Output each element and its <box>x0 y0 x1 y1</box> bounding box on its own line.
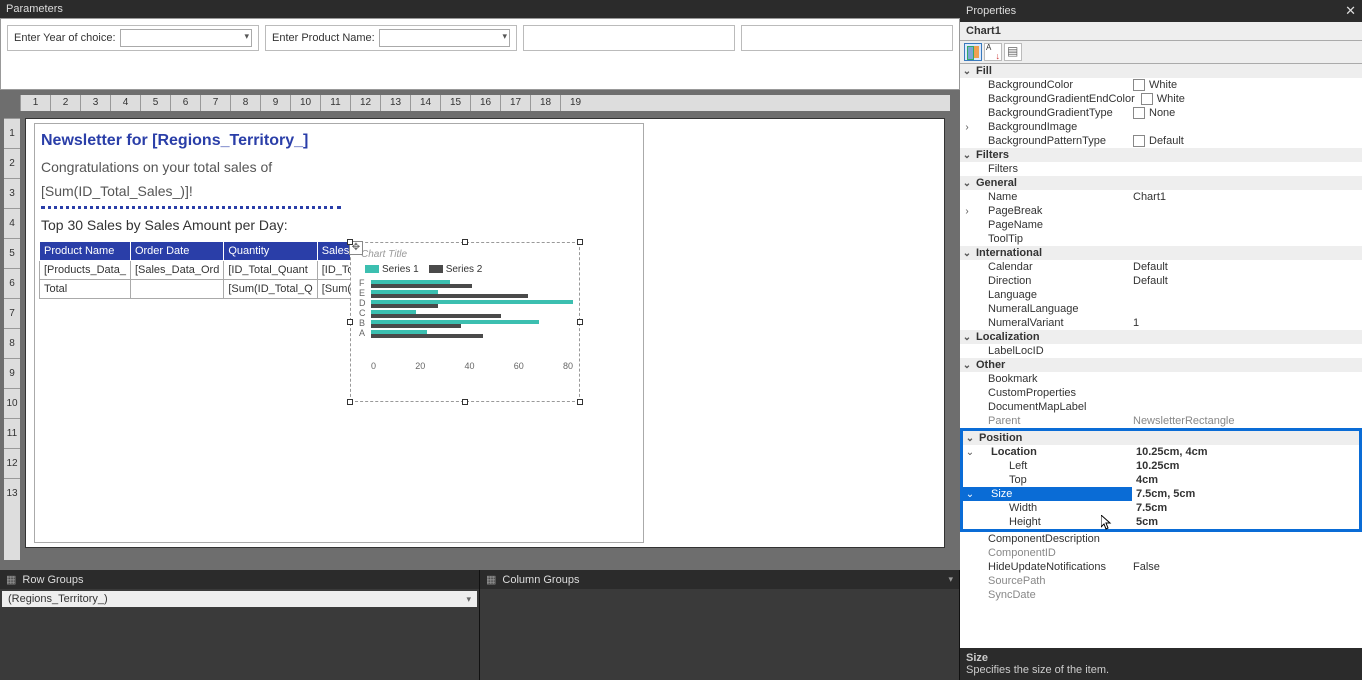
close-icon[interactable]: ✕ <box>1345 3 1356 19</box>
properties-toolbar <box>960 41 1362 64</box>
color-swatch[interactable] <box>1133 107 1145 119</box>
size-property-row[interactable]: ⌄Size7.5cm, 5cm <box>963 487 1359 501</box>
highlighted-position-section: ⌄Position ⌄Location10.25cm, 4cm Left10.2… <box>960 428 1362 532</box>
resize-handle[interactable] <box>577 399 583 405</box>
report-subtitle[interactable]: Top 30 Sales by Sales Amount per Day: <box>35 213 643 239</box>
resize-handle[interactable] <box>347 319 353 325</box>
ruler-horizontal: 12345678910111213141516171819 <box>20 95 950 111</box>
chart-x-axis: 020406080 <box>371 361 573 371</box>
color-swatch[interactable] <box>1141 93 1153 105</box>
report-congrats-line2[interactable]: [Sum(ID_Total_Sales_)]! <box>35 176 643 200</box>
resize-handle[interactable] <box>577 239 583 245</box>
expand-icon[interactable]: ⌄ <box>960 248 974 259</box>
resize-handle[interactable] <box>462 399 468 405</box>
chevron-down-icon[interactable]: ▾ <box>948 574 953 585</box>
parameters-header: Parameters <box>0 0 960 18</box>
color-swatch[interactable] <box>1133 135 1145 147</box>
param-spacer-1 <box>523 25 735 51</box>
report-congrats-line1[interactable]: Congratulations on your total sales of <box>35 152 643 176</box>
legend-swatch-1 <box>365 265 379 273</box>
report-divider <box>41 206 341 209</box>
property-description: Size Specifies the size of the item. <box>960 648 1362 680</box>
col-quantity[interactable]: Quantity <box>224 242 317 261</box>
expand-icon[interactable]: ⌄ <box>963 489 977 500</box>
col-product[interactable]: Product Name <box>40 242 131 261</box>
column-groups-header: Column Groups ▾ <box>480 570 959 589</box>
row-groups-header: Row Groups <box>0 570 479 589</box>
resize-handle[interactable] <box>577 319 583 325</box>
properties-header: Properties ✕ <box>960 0 1362 22</box>
design-surface[interactable]: 12345678910111213141516171819 1234567891… <box>0 90 960 570</box>
expand-icon[interactable]: › <box>960 206 974 217</box>
table-row: Total [Sum(ID_Total_Q [Sum(ID_Total_ <box>40 280 404 299</box>
parameters-body: Enter Year of choice: Enter Product Name… <box>0 18 960 90</box>
color-swatch[interactable] <box>1133 79 1145 91</box>
expand-icon[interactable]: ⌄ <box>963 433 977 444</box>
expand-icon[interactable]: ⌄ <box>960 360 974 371</box>
report-body[interactable]: Newsletter for [Regions_Territory_] Cong… <box>34 123 644 543</box>
resize-handle[interactable] <box>347 399 353 405</box>
alphabetical-button[interactable] <box>984 43 1002 61</box>
legend-swatch-2 <box>429 265 443 273</box>
expand-icon[interactable]: ⌄ <box>960 150 974 161</box>
table-row: [Products_Data_ [Sales_Data_Ord [ID_Tota… <box>40 261 404 280</box>
param-product-cell: Enter Product Name: <box>265 25 517 51</box>
column-groups-panel: Column Groups ▾ <box>480 570 960 680</box>
col-orderdate[interactable]: Order Date <box>130 242 223 261</box>
row-groups-panel: Row Groups (Regions_Territory_) ▾ <box>0 570 480 680</box>
expand-icon[interactable]: ⌄ <box>963 447 977 458</box>
chevron-down-icon[interactable]: ▾ <box>466 594 471 605</box>
chart-legend[interactable]: Series 1 Series 2 <box>351 262 579 279</box>
param-year-cell: Enter Year of choice: <box>7 25 259 51</box>
chart-title[interactable]: Chart Title <box>351 243 579 262</box>
property-pages-button[interactable] <box>1004 43 1022 61</box>
properties-object-selector[interactable]: Chart1 <box>960 22 1362 41</box>
categorized-button[interactable] <box>964 43 982 61</box>
expand-icon[interactable]: ⌄ <box>960 66 974 77</box>
param-year-input[interactable] <box>120 29 252 47</box>
resize-handle[interactable] <box>347 239 353 245</box>
resize-handle[interactable] <box>462 239 468 245</box>
chart-object[interactable]: ✥ Chart Title Series 1 Series 2 FEDCBA <box>350 242 580 402</box>
properties-grid[interactable]: ⌄Fill BackgroundColorWhite BackgroundGra… <box>960 64 1362 648</box>
param-year-label: Enter Year of choice: <box>14 32 116 44</box>
param-spacer-2 <box>741 25 953 51</box>
chart-plot-area[interactable]: FEDCBA <box>371 279 573 359</box>
report-canvas[interactable]: Newsletter for [Regions_Territory_] Cong… <box>25 118 945 548</box>
expand-icon[interactable]: ⌄ <box>960 332 974 343</box>
param-product-label: Enter Product Name: <box>272 32 375 44</box>
param-product-input[interactable] <box>379 29 510 47</box>
report-title[interactable]: Newsletter for [Regions_Territory_] <box>35 124 643 152</box>
expand-icon[interactable]: ⌄ <box>960 178 974 189</box>
ruler-vertical: 12345678910111213 <box>4 118 20 560</box>
row-group-item[interactable]: (Regions_Territory_) ▾ <box>2 591 477 607</box>
expand-icon[interactable]: › <box>960 122 974 133</box>
parameters-title: Parameters <box>6 3 63 15</box>
